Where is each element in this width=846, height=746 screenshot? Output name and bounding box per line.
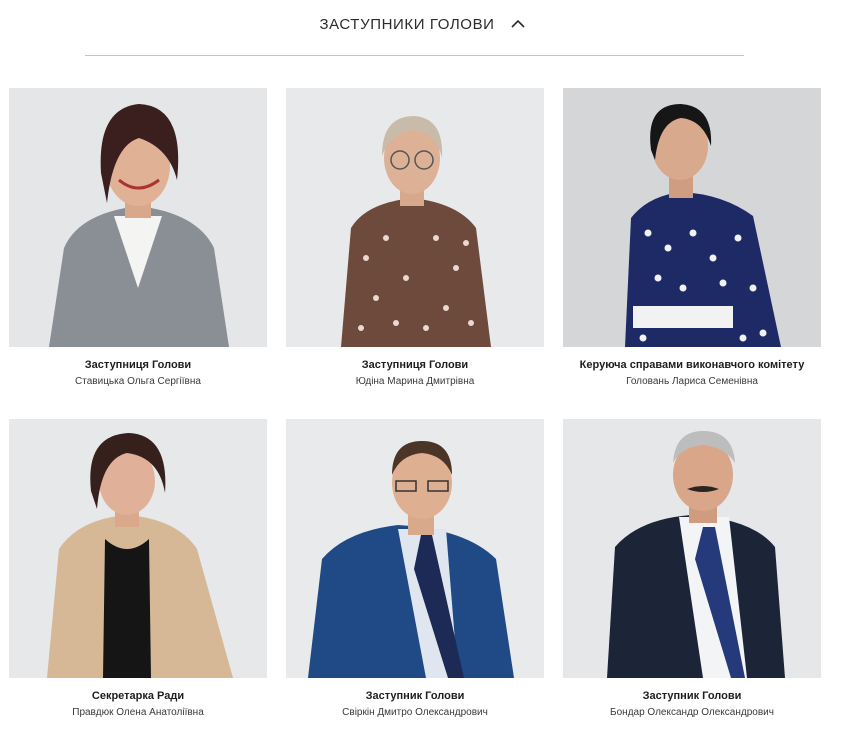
member-role: Керуюча справами виконавчого комітету [579, 359, 805, 371]
section-divider [85, 55, 744, 56]
section-title: ЗАСТУПНИКИ ГОЛОВИ [319, 15, 495, 33]
member-name: Бондар Олександр Олександрович [610, 707, 774, 718]
member-role: Заступник Голови [365, 690, 465, 702]
member-name: Головань Лариса Семенівна [626, 376, 758, 387]
member-name: Свіркін Дмитро Олександрович [342, 707, 488, 718]
member-name: Юдіна Марина Дмитрівна [355, 376, 475, 387]
chevron-up-icon[interactable] [509, 15, 527, 33]
member-photo[interactable] [9, 419, 267, 678]
member-card[interactable]: Секретарка Ради Правдюк Олена Анатоліївн… [9, 419, 267, 746]
member-role: Заступниця Голови [361, 359, 469, 371]
member-role: Секретарка Ради [91, 690, 185, 702]
member-photo[interactable] [563, 419, 821, 678]
member-role: Заступник Голови [642, 690, 742, 702]
member-photo[interactable] [286, 88, 544, 347]
member-card[interactable]: Заступник Голови Бондар Олександр Олекса… [563, 419, 821, 746]
member-name: Правдюк Олена Анатоліївна [72, 707, 204, 718]
member-photo[interactable] [286, 419, 544, 678]
member-photo[interactable] [563, 88, 821, 347]
member-photo[interactable] [9, 88, 267, 347]
member-card[interactable]: Заступниця Голови Ставицька Ольга Сергії… [9, 88, 267, 419]
member-card[interactable]: Заступниця Голови Юдіна Марина Дмитрівна [286, 88, 544, 419]
member-card[interactable]: Керуюча справами виконавчого комітету Го… [563, 88, 821, 419]
member-name: Ставицька Ольга Сергіївна [75, 376, 201, 387]
members-grid: Заступниця Голови Ставицька Ольга Сергії… [9, 88, 821, 746]
member-card[interactable]: Заступник Голови Свіркін Дмитро Олександ… [286, 419, 544, 746]
member-role: Заступниця Голови [84, 359, 192, 371]
section-header[interactable]: ЗАСТУПНИКИ ГОЛОВИ [0, 0, 846, 48]
